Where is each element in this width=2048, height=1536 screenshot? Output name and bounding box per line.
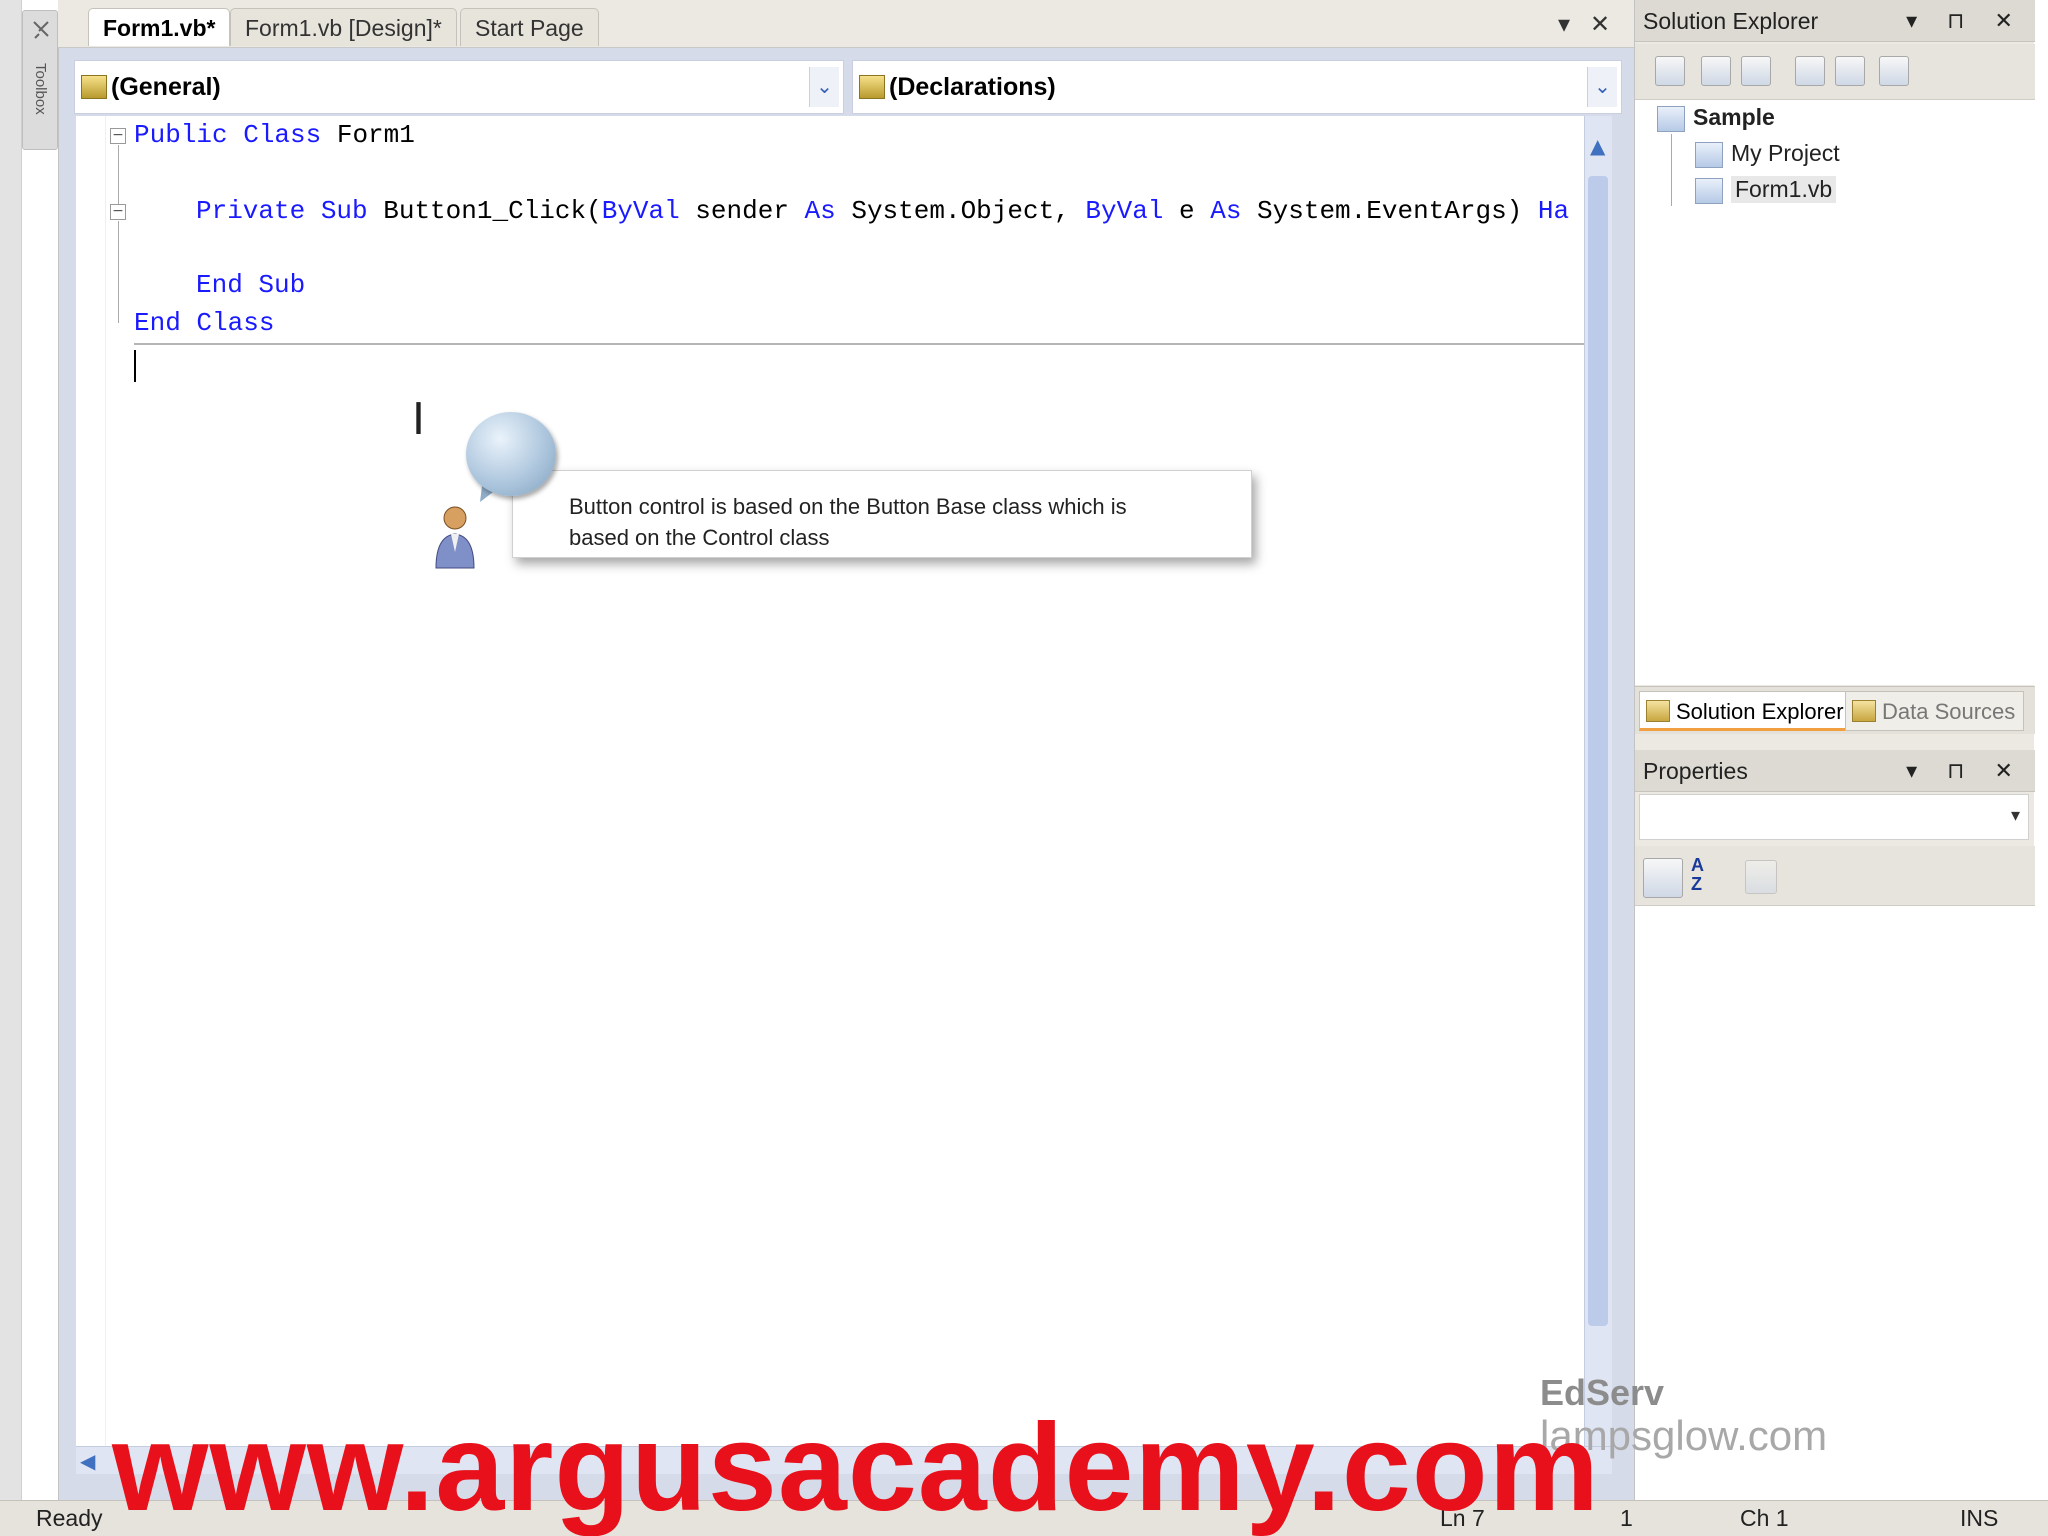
class-name-combo[interactable]: (General) ⌄ [74, 60, 844, 114]
solution-panel-tabs: Solution Explorer Data Sources [1635, 686, 2035, 734]
panel-window-controls[interactable]: ▾ ⊓ ✕ [1906, 750, 2025, 792]
outline-guide [118, 221, 119, 323]
code-editor[interactable] [76, 116, 1584, 1446]
callout-line-1: Button control is based on the Button Ba… [569, 494, 1127, 519]
tab-form1-design[interactable]: Form1.vb [Design]* [230, 8, 457, 46]
status-ready: Ready [36, 1505, 103, 1531]
speech-bubble-icon [466, 412, 556, 496]
argusacademy-watermark: www.argusacademy.com [112, 1399, 1600, 1536]
callout-line-2: based on the Control class [569, 525, 830, 550]
code-line-3: End Sub [196, 270, 306, 300]
alphabetical-sort-icon[interactable]: A Z [1691, 856, 1719, 894]
solution-explorer-toolbar [1635, 44, 2035, 100]
document-tabstrip: Form1.vb* Form1.vb [Design]* Start Page … [58, 0, 1642, 48]
property-pages-icon[interactable] [1745, 860, 1777, 894]
presenter-avatar-icon [435, 506, 475, 569]
panel-window-controls[interactable]: ▾ ⊓ ✕ [1906, 0, 2025, 42]
tab-solution-explorer[interactable]: Solution Explorer [1639, 691, 1853, 731]
status-col: 1 [1620, 1505, 1633, 1531]
toolbox-icon [33, 21, 49, 39]
tree-item-my-project[interactable]: My Project [1731, 140, 1840, 167]
chevron-down-icon[interactable]: ⌄ [1587, 67, 1617, 107]
status-ins: INS [1960, 1505, 1999, 1531]
categorized-icon[interactable] [1643, 858, 1683, 898]
solution-explorer-titlebar: Solution Explorer ▾ ⊓ ✕ [1635, 0, 2035, 42]
scroll-left-icon[interactable]: ◀ [80, 1449, 95, 1473]
solution-explorer-icon [1646, 700, 1670, 722]
solution-tree: Sample My Project Form1.vb [1635, 100, 2035, 685]
chevron-down-icon[interactable]: ▾ [2011, 805, 2020, 826]
refresh-icon[interactable] [1741, 56, 1771, 86]
data-sources-icon [1852, 700, 1876, 722]
tab-form1-code[interactable]: Form1.vb* [88, 8, 231, 46]
class-icon [81, 75, 107, 99]
tab-start-page[interactable]: Start Page [460, 8, 599, 46]
collapse-class-icon[interactable]: − [110, 128, 126, 144]
tool-windows-panel: Solution Explorer ▾ ⊓ ✕ Sample My Projec… [1634, 0, 2035, 1510]
toolbox-tab[interactable]: Toolbox [22, 10, 58, 150]
tree-guide [1671, 134, 1672, 206]
code-line-2: Private Sub Button1_Click(ByVal sender A… [196, 196, 1570, 226]
outlining-margin [76, 116, 106, 1446]
tab-data-sources[interactable]: Data Sources [1845, 691, 2025, 731]
tree-item-sample[interactable]: Sample [1693, 104, 1775, 131]
properties-titlebar: Properties ▾ ⊓ ✕ [1635, 750, 2035, 792]
procedure-separator [134, 343, 1584, 345]
properties-object-combo[interactable]: ▾ [1639, 794, 2029, 840]
toolbox-label: Toolbox [32, 63, 49, 115]
class-diagram-icon[interactable] [1879, 56, 1909, 86]
vertical-scrollbar[interactable]: ▲ [1584, 116, 1612, 1446]
solution-explorer-title: Solution Explorer [1643, 8, 1819, 34]
show-all-files-icon[interactable] [1701, 56, 1731, 86]
close-document-icon[interactable]: ✕ [1590, 10, 1610, 39]
class-name-value: (General) [111, 73, 221, 101]
my-project-icon [1695, 142, 1723, 168]
ibeam-cursor-icon: I [412, 394, 425, 445]
vb-file-icon [1695, 178, 1723, 204]
text-caret [134, 350, 136, 382]
tree-item-form1[interactable]: Form1.vb [1731, 176, 1837, 203]
project-icon [1657, 106, 1685, 132]
properties-icon[interactable] [1655, 56, 1685, 86]
properties-toolbar: A Z [1635, 846, 2035, 906]
method-name-value: (Declarations) [889, 73, 1056, 101]
status-char: Ch 1 [1740, 1505, 1789, 1531]
outline-guide [118, 145, 119, 205]
method-icon [859, 75, 885, 99]
left-dock-strip [0, 0, 22, 1510]
scroll-up-icon[interactable]: ▲ [1590, 134, 1605, 158]
tutorial-callout: Button control is based on the Button Ba… [512, 470, 1252, 558]
view-code-icon[interactable] [1795, 56, 1825, 86]
vertical-scroll-thumb[interactable] [1588, 176, 1608, 1326]
code-line-4: End Class [134, 308, 275, 338]
collapse-sub-icon[interactable]: − [110, 204, 126, 220]
chevron-down-icon[interactable]: ⌄ [809, 67, 839, 107]
view-designer-icon[interactable] [1835, 56, 1865, 86]
method-name-combo[interactable]: (Declarations) ⌄ [852, 60, 1622, 114]
code-line-1: Public Class Form1 [134, 120, 415, 150]
tab-list-dropdown-icon[interactable]: ▾ [1558, 10, 1570, 39]
properties-title: Properties [1643, 758, 1748, 784]
